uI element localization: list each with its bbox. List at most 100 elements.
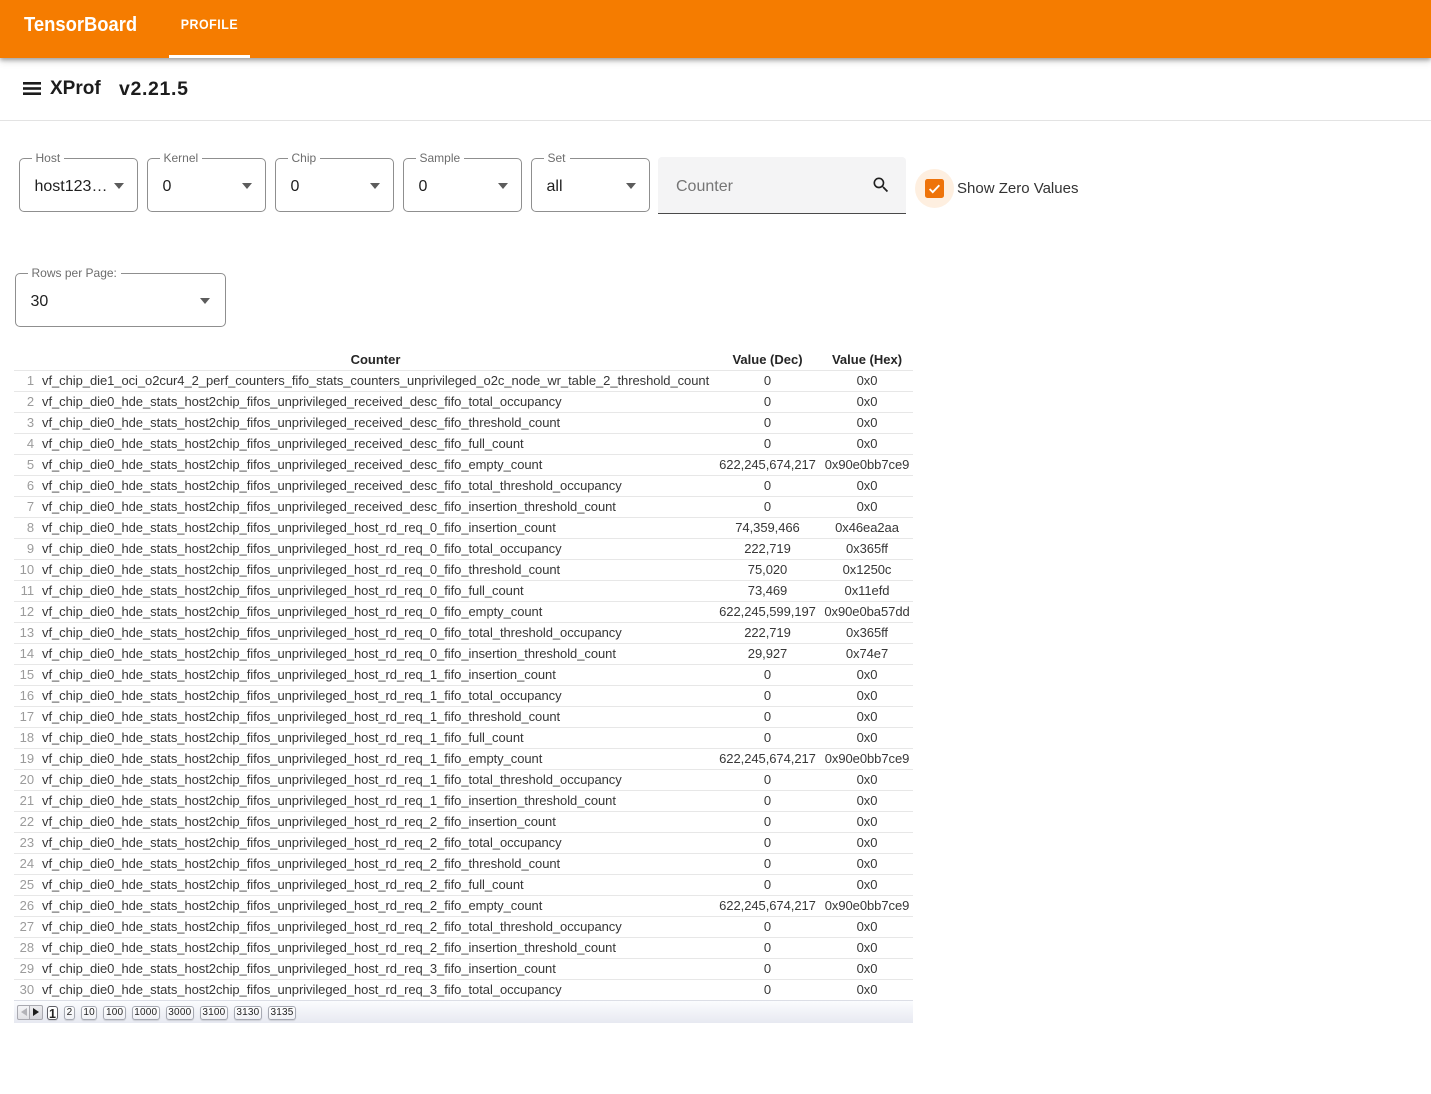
row-index: 5 [14, 454, 37, 475]
tensorboard-logo[interactable]: TensorBoard [24, 0, 137, 51]
value-dec: 0 [714, 475, 821, 496]
row-index: 14 [14, 643, 37, 664]
chevron-down-icon [626, 183, 636, 189]
chevron-down-icon [498, 183, 508, 189]
filter-select-chip[interactable]: Chip 0 [275, 158, 394, 212]
value-hex: 0x90e0ba57dd [821, 601, 913, 622]
value-dec: 0 [714, 412, 821, 433]
row-index: 28 [14, 937, 37, 958]
value-hex: 0x90e0bb7ce9 [821, 895, 913, 916]
prev-page-button[interactable] [17, 1005, 30, 1020]
value-hex: 0x0 [821, 937, 913, 958]
row-index: 29 [14, 958, 37, 979]
value-hex: 0x11efd [821, 580, 913, 601]
page-button-2[interactable]: 2 [64, 1006, 75, 1020]
value-dec: 0 [714, 727, 821, 748]
rows-per-page-select[interactable]: Rows per Page: 30 [15, 273, 226, 327]
page-button-3135[interactable]: 3135 [268, 1006, 296, 1020]
counter-name: vf_chip_die0_hde_stats_host2chip_fifos_u… [37, 412, 714, 433]
counter-name: vf_chip_die0_hde_stats_host2chip_fifos_u… [37, 391, 714, 412]
counter-name: vf_chip_die0_hde_stats_host2chip_fifos_u… [37, 538, 714, 559]
table-row: 3vf_chip_die0_hde_stats_host2chip_fifos_… [14, 412, 913, 433]
table-row: 14vf_chip_die0_hde_stats_host2chip_fifos… [14, 643, 913, 664]
filter-select-kernel[interactable]: Kernel 0 [147, 158, 266, 212]
value-dec: 222,719 [714, 538, 821, 559]
page-button-3000[interactable]: 3000 [166, 1006, 194, 1020]
page-button-100[interactable]: 100 [103, 1006, 125, 1020]
table-row: 20vf_chip_die0_hde_stats_host2chip_fifos… [14, 769, 913, 790]
table-row: 6vf_chip_die0_hde_stats_host2chip_fifos_… [14, 475, 913, 496]
row-index: 15 [14, 664, 37, 685]
counter-name: vf_chip_die0_hde_stats_host2chip_fifos_u… [37, 958, 714, 979]
filter-label: Sample [416, 152, 465, 165]
table-row: 30vf_chip_die0_hde_stats_host2chip_fifos… [14, 979, 913, 1000]
show-zero-values-checkbox-group: Show Zero Values [915, 169, 1078, 208]
table-row: 21vf_chip_die0_hde_stats_host2chip_fifos… [14, 790, 913, 811]
table-row: 17vf_chip_die0_hde_stats_host2chip_fifos… [14, 706, 913, 727]
value-dec: 0 [714, 433, 821, 454]
value-hex: 0x0 [821, 874, 913, 895]
row-index: 19 [14, 748, 37, 769]
value-dec: 0 [714, 370, 821, 391]
counter-name: vf_chip_die0_hde_stats_host2chip_fifos_u… [37, 559, 714, 580]
table-row: 8vf_chip_die0_hde_stats_host2chip_fifos_… [14, 517, 913, 538]
rows-per-page-value: 30 [31, 293, 49, 311]
filter-select-host[interactable]: Host host123… [19, 158, 138, 212]
value-hex: 0x0 [821, 832, 913, 853]
page-button-3130[interactable]: 3130 [234, 1006, 262, 1020]
value-dec: 622,245,674,217 [714, 895, 821, 916]
table-row: 29vf_chip_die0_hde_stats_host2chip_fifos… [14, 958, 913, 979]
page-button-3100[interactable]: 3100 [200, 1006, 228, 1020]
counter-name: vf_chip_die0_hde_stats_host2chip_fifos_u… [37, 706, 714, 727]
page-title: XProf [50, 78, 101, 100]
checkmark-icon [927, 181, 942, 196]
filter-label: Chip [288, 152, 321, 165]
filter-select-sample[interactable]: Sample 0 [403, 158, 522, 212]
value-hex: 0x46ea2aa [821, 517, 913, 538]
counters-table: Counter Value (Dec) Value (Hex) 1vf_chip… [14, 350, 913, 1001]
table-row: 7vf_chip_die0_hde_stats_host2chip_fifos_… [14, 496, 913, 517]
filter-select-set[interactable]: Set all [531, 158, 650, 212]
page-button-10[interactable]: 10 [81, 1006, 98, 1020]
next-page-button[interactable] [30, 1005, 43, 1020]
value-dec: 0 [714, 685, 821, 706]
counter-name: vf_chip_die0_hde_stats_host2chip_fifos_u… [37, 454, 714, 475]
counter-name: vf_chip_die0_hde_stats_host2chip_fifos_u… [37, 622, 714, 643]
row-index: 9 [14, 538, 37, 559]
tab-profile[interactable]: PROFILE [169, 0, 250, 58]
counter-search-field[interactable]: Counter [658, 157, 906, 214]
counter-name: vf_chip_die0_hde_stats_host2chip_fifos_u… [37, 496, 714, 517]
col-header-index [14, 350, 37, 370]
search-icon [871, 175, 891, 195]
value-hex: 0x0 [821, 391, 913, 412]
row-index: 20 [14, 769, 37, 790]
show-zero-values-checkbox[interactable] [925, 179, 944, 198]
row-index: 8 [14, 517, 37, 538]
row-index: 25 [14, 874, 37, 895]
counter-name: vf_chip_die0_hde_stats_host2chip_fifos_u… [37, 517, 714, 538]
table-row: 10vf_chip_die0_hde_stats_host2chip_fifos… [14, 559, 913, 580]
value-hex: 0x0 [821, 475, 913, 496]
value-hex: 0x0 [821, 412, 913, 433]
value-dec: 0 [714, 769, 821, 790]
row-index: 10 [14, 559, 37, 580]
counter-name: vf_chip_die0_hde_stats_host2chip_fifos_u… [37, 979, 714, 1000]
value-hex: 0x0 [821, 496, 913, 517]
value-hex: 0x0 [821, 958, 913, 979]
next-page-icon [33, 1008, 39, 1016]
row-index: 18 [14, 727, 37, 748]
table-row: 1vf_chip_die1_oci_o2cur4_2_perf_counters… [14, 370, 913, 391]
page-button-1000[interactable]: 1000 [132, 1006, 160, 1020]
menu-icon[interactable] [22, 81, 42, 98]
value-hex: 0x90e0bb7ce9 [821, 454, 913, 475]
counter-name: vf_chip_die0_hde_stats_host2chip_fifos_u… [37, 895, 714, 916]
search-placeholder: Counter [676, 178, 733, 196]
value-dec: 0 [714, 979, 821, 1000]
show-zero-values-label[interactable]: Show Zero Values [957, 180, 1078, 197]
counter-name: vf_chip_die0_hde_stats_host2chip_fifos_u… [37, 601, 714, 622]
counter-name: vf_chip_die0_hde_stats_host2chip_fifos_u… [37, 580, 714, 601]
page-button-1[interactable]: 1 [47, 1006, 58, 1020]
value-hex: 0x0 [821, 790, 913, 811]
table-row: 13vf_chip_die0_hde_stats_host2chip_fifos… [14, 622, 913, 643]
chevron-down-icon [200, 298, 210, 304]
